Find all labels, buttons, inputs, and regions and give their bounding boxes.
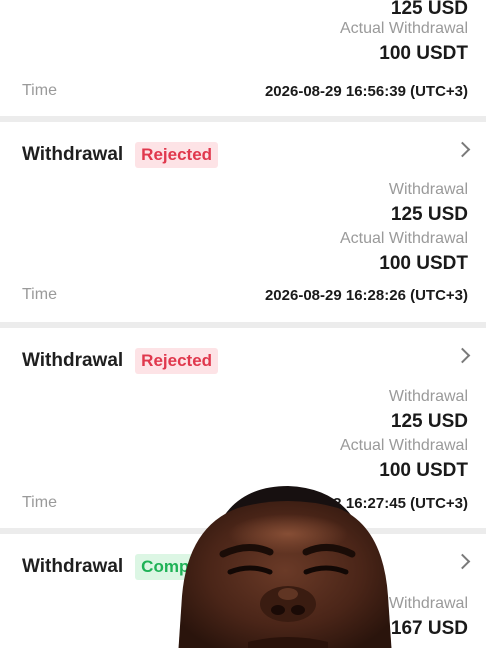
card-header: Withdrawal Rejected	[22, 141, 471, 168]
transaction-type: Withdrawal	[22, 350, 124, 371]
time-label: Time	[22, 82, 57, 99]
amount-block: Withdrawal 125 USD Actual Withdrawal 100…	[340, 178, 468, 276]
time-row: Time 2026-08-29 16:56:39 (UTC+3)	[22, 82, 468, 100]
transaction-type: Withdrawal	[22, 556, 124, 577]
time-label: Time	[22, 494, 57, 511]
actual-withdrawal-amount: 100 USDT	[379, 43, 468, 64]
amount-block: 125 USD Actual Withdrawal 100 USDT	[340, 0, 468, 66]
chevron-right-icon[interactable]	[454, 347, 471, 364]
transaction-type: Withdrawal	[22, 144, 124, 165]
face-photo-overlay	[178, 486, 392, 648]
withdrawal-amount: 167 USD	[390, 618, 468, 639]
time-label: Time	[22, 286, 57, 303]
time-row: Time 2026-08-29 16:28:26 (UTC+3)	[22, 286, 468, 304]
withdrawal-history-screen: 125 USD Actual Withdrawal 100 USDT Time …	[0, 0, 486, 648]
withdrawal-amount: 125 USD	[390, 0, 468, 19]
card-header: Withdrawal Rejected	[22, 347, 471, 374]
time-value: 2026-08-29 16:56:39 (UTC+3)	[264, 82, 468, 100]
status-badge: Rejected	[135, 348, 219, 374]
chevron-right-icon[interactable]	[454, 141, 471, 158]
actual-withdrawal-amount: 100 USDT	[379, 460, 468, 481]
withdrawal-label: Withdrawal	[388, 181, 468, 198]
chevron-right-icon[interactable]	[454, 553, 471, 570]
time-value: 2026-08-29 16:28:26 (UTC+3)	[264, 286, 468, 304]
amount-block: Withdrawal 167 USD	[389, 592, 468, 641]
withdrawal-record-card[interactable]: Withdrawal Rejected Withdrawal 125 USD A…	[0, 122, 486, 322]
actual-withdrawal-amount: 100 USDT	[379, 253, 468, 274]
amount-block: Withdrawal 125 USD Actual Withdrawal 100…	[340, 385, 468, 483]
withdrawal-label: Withdrawal	[388, 595, 468, 612]
withdrawal-record-card[interactable]: 125 USD Actual Withdrawal 100 USDT Time …	[0, 0, 486, 116]
actual-withdrawal-label: Actual Withdrawal	[339, 230, 468, 247]
withdrawal-amount: 125 USD	[390, 204, 468, 225]
status-badge: Rejected	[135, 142, 219, 168]
actual-withdrawal-label: Actual Withdrawal	[339, 20, 468, 37]
withdrawal-label: Withdrawal	[388, 388, 468, 405]
actual-withdrawal-label: Actual Withdrawal	[339, 437, 468, 454]
withdrawal-amount: 125 USD	[390, 411, 468, 432]
